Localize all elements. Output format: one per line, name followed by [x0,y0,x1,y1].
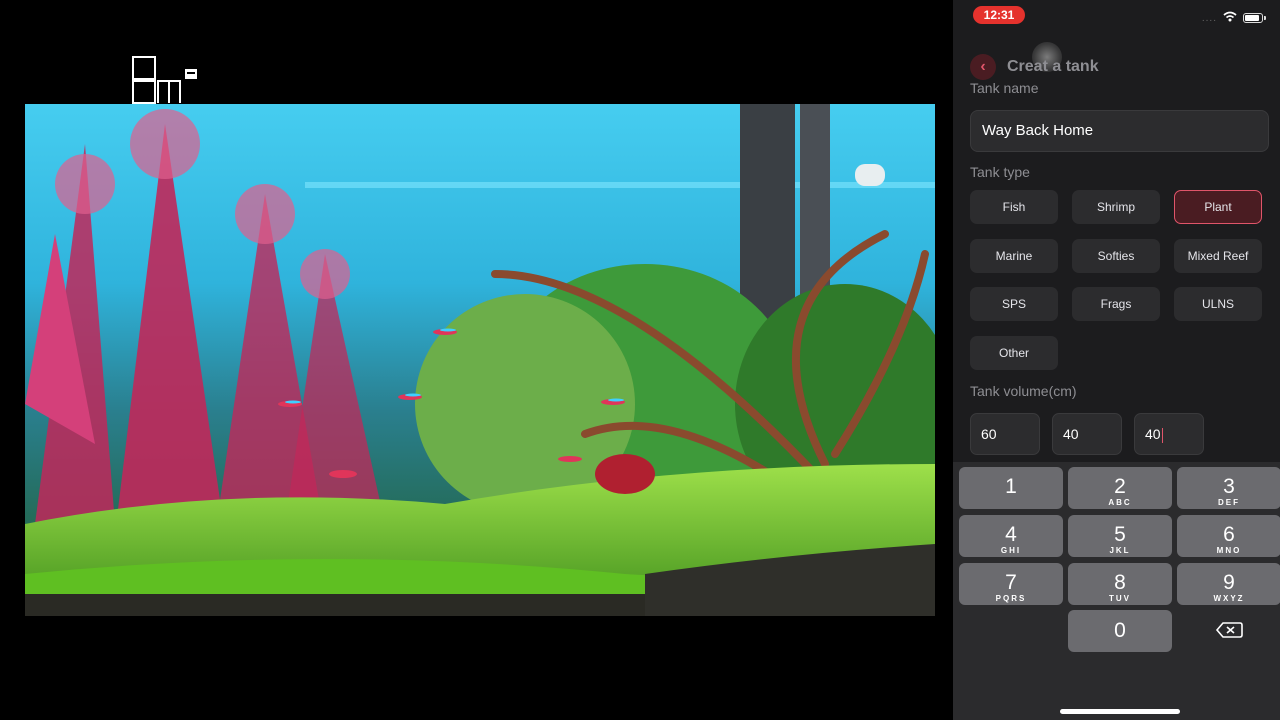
key-4[interactable]: 4 GHI [959,515,1063,557]
key-digit: 1 [1005,475,1017,498]
type-button-ulns[interactable]: ULNS [1174,287,1262,321]
key-7[interactable]: 7 PQRS [959,563,1063,605]
home-indicator[interactable] [1060,709,1180,714]
key-digit: 9 [1223,571,1235,594]
key-digit: 3 [1223,475,1235,498]
key-0[interactable]: 0 [1068,610,1172,652]
type-button-marine[interactable]: Marine [970,239,1058,273]
key-digit: 4 [1005,523,1017,546]
video-pane [0,0,953,720]
type-button-plant[interactable]: Plant [1174,190,1262,224]
volume-height-input[interactable]: 40 [1134,413,1204,455]
key-6[interactable]: 6 MNO [1177,515,1280,557]
key-letters: GHI [1000,546,1022,555]
key-letters: PQRS [995,594,1027,603]
key-8[interactable]: 8 TUV [1068,563,1172,605]
volume-length-value: 60 [981,426,997,442]
key-digit: 2 [1114,475,1126,498]
volume-length-input[interactable]: 60 [970,413,1040,455]
status-icons: .... [1202,9,1266,27]
backspace-key[interactable] [1214,618,1246,642]
key-letters: JKL [1109,546,1131,555]
type-button-fish[interactable]: Fish [970,190,1058,224]
key-9[interactable]: 9 WXYZ [1177,563,1280,605]
signal-dots: .... [1201,12,1217,24]
tank-volume-label: Tank volume(cm) [970,383,1077,399]
volume-width-input[interactable]: 40 [1052,413,1122,455]
backspace-icon [1214,622,1246,646]
page-title: Creat a tank [1007,58,1099,75]
wifi-icon [1223,9,1237,27]
type-button-mixed-reef[interactable]: Mixed Reef [1174,239,1262,273]
tank-name-label: Tank name [970,82,1039,96]
key-letters: TUV [1109,594,1131,603]
key-letters: DEF [1218,498,1240,507]
key-digit: 5 [1114,523,1126,546]
aquarium-image [25,104,935,616]
channel-logo [131,56,199,106]
type-button-shrimp[interactable]: Shrimp [1072,190,1160,224]
back-button[interactable]: ‹ [970,54,996,80]
chevron-left-icon: ‹ [980,58,986,75]
key-3[interactable]: 3 DEF [1177,467,1280,509]
volume-width-value: 40 [1063,426,1079,442]
tank-name-input[interactable]: Way Back Home [970,110,1269,152]
type-button-other[interactable]: Other [970,336,1058,370]
volume-height-value: 40 [1145,426,1161,442]
key-digit: 6 [1223,523,1235,546]
status-time: 12:31 [973,6,1025,24]
key-letters: ABC [1108,498,1132,507]
type-button-softies[interactable]: Softies [1072,239,1160,273]
key-1[interactable]: 1 [959,467,1063,509]
tank-type-label: Tank type [970,164,1030,180]
battery-tip [1264,16,1266,20]
key-letters: WXYZ [1213,594,1245,603]
type-button-frags[interactable]: Frags [1072,287,1160,321]
key-2[interactable]: 2 ABC [1068,467,1172,509]
key-letters: MNO [1216,546,1242,555]
key-5[interactable]: 5 JKL [1068,515,1172,557]
key-digit: 8 [1114,571,1126,594]
key-digit: 0 [1114,619,1126,642]
key-digit: 7 [1005,571,1017,594]
battery-icon [1243,13,1263,23]
text-caret [1161,427,1163,443]
type-button-sps[interactable]: SPS [970,287,1058,321]
